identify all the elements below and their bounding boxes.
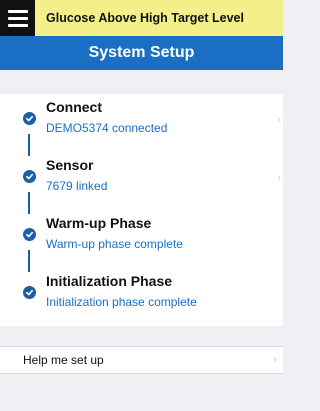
step-status: Initialization phase complete bbox=[46, 295, 197, 309]
setup-steps-panel: Connect DEMO5374 connected › Sensor 7679… bbox=[0, 94, 283, 326]
step-status: 7679 linked bbox=[46, 179, 108, 193]
chevron-right-icon: › bbox=[277, 172, 281, 184]
step-status: Warm-up phase complete bbox=[46, 237, 183, 251]
step-connect[interactable]: Connect DEMO5374 connected › bbox=[0, 94, 283, 142]
checkmark-icon bbox=[23, 112, 36, 125]
help-me-set-up-row[interactable]: Help me set up › bbox=[0, 346, 283, 374]
hamburger-menu-icon[interactable] bbox=[0, 0, 35, 36]
step-title: Connect bbox=[46, 99, 102, 115]
help-label: Help me set up bbox=[23, 353, 104, 367]
page-title: System Setup bbox=[88, 44, 195, 61]
alert-banner[interactable]: Glucose Above High Target Level bbox=[0, 0, 283, 36]
chevron-right-icon: › bbox=[277, 114, 281, 126]
step-title: Sensor bbox=[46, 157, 94, 173]
step-initialization: Initialization Phase Initialization phas… bbox=[0, 268, 283, 316]
alert-text: Glucose Above High Target Level bbox=[46, 11, 244, 25]
checkmark-icon bbox=[23, 286, 36, 299]
step-warm-up: Warm-up Phase Warm-up phase complete bbox=[0, 210, 283, 258]
checkmark-icon bbox=[23, 228, 36, 241]
checkmark-icon bbox=[23, 170, 36, 183]
step-status: DEMO5374 connected bbox=[46, 121, 168, 135]
step-title: Initialization Phase bbox=[46, 273, 173, 289]
step-sensor[interactable]: Sensor 7679 linked › bbox=[0, 152, 283, 200]
page-header: System Setup bbox=[0, 36, 283, 70]
chevron-right-icon: › bbox=[273, 354, 277, 366]
step-title: Warm-up Phase bbox=[46, 215, 152, 231]
